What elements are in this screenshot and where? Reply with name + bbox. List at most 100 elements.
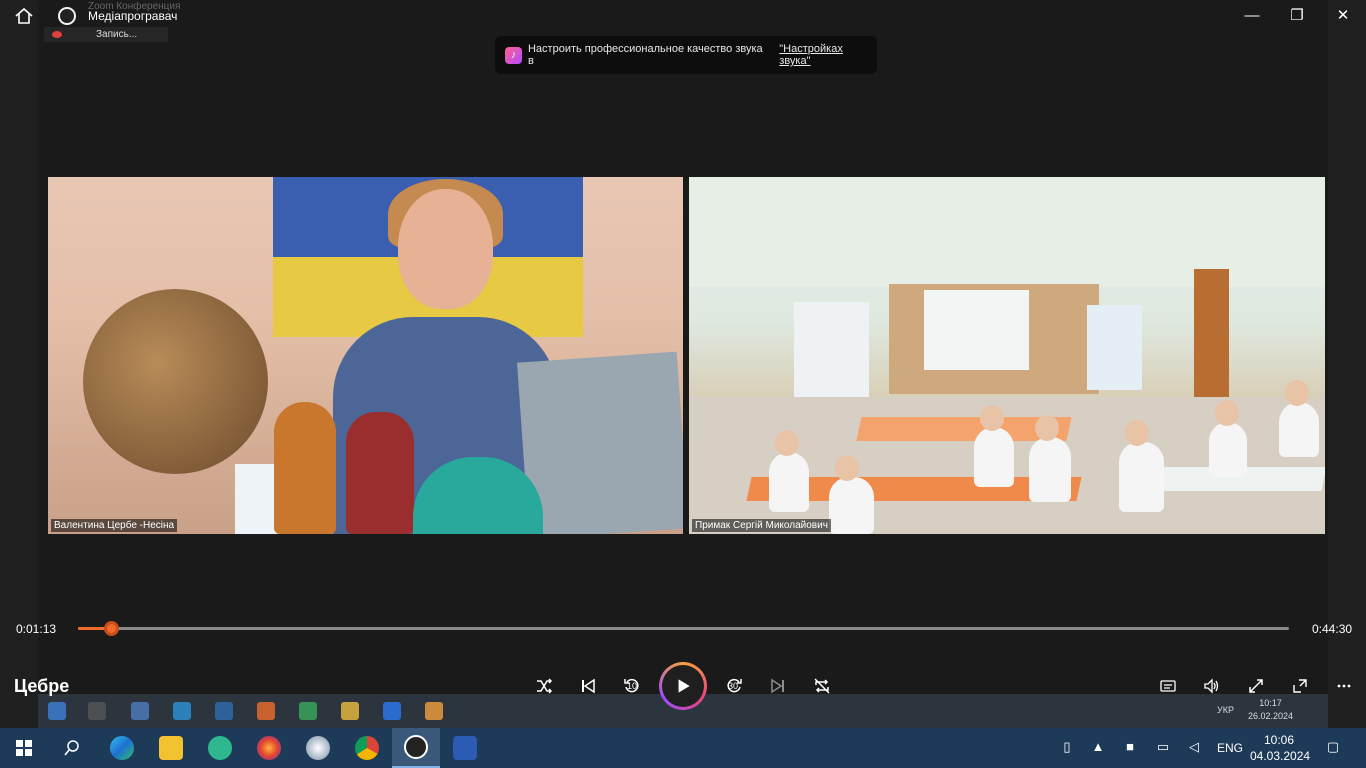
taskbar-edge[interactable]: [98, 728, 146, 768]
globe-icon: [306, 736, 330, 760]
taskbar-chrome[interactable]: [343, 728, 391, 768]
maximize-button[interactable]: ❐: [1287, 6, 1307, 26]
taskbar-app[interactable]: [294, 728, 342, 768]
speaker-icon[interactable]: ◁: [1185, 738, 1203, 756]
previous-button[interactable]: [577, 675, 599, 697]
elapsed-time: 0:01:13: [16, 622, 57, 636]
record-icon: [52, 31, 62, 38]
taskbar-clock[interactable]: 10:06 04.03.2024: [1250, 732, 1311, 764]
media-player-window: Zoom Конференция Запись... ♪ Настроить п…: [0, 0, 1366, 728]
clock-time: 10:06: [1263, 733, 1295, 747]
student: [1279, 380, 1319, 457]
word-icon: [453, 736, 477, 760]
olympic-banner: [924, 290, 1029, 370]
zoom-icon: [383, 702, 401, 720]
notice-text: Настроить профессиональное качество звук…: [527, 43, 763, 67]
skip-forward-button[interactable]: 30: [723, 675, 745, 697]
taskbar-file-explorer[interactable]: [147, 728, 195, 768]
doll-figure: [274, 402, 336, 534]
captions-button[interactable]: [1157, 675, 1179, 697]
taskbar-search[interactable]: [48, 728, 96, 768]
recorded-clock: 10:17 26.02.2024: [1248, 698, 1294, 721]
music-note-icon: ♪: [505, 46, 522, 64]
next-icon: [771, 678, 784, 694]
home-icon[interactable]: [14, 7, 34, 25]
repeat-button[interactable]: [811, 675, 833, 697]
classroom-wall: [689, 177, 1325, 287]
skip-back-label: 10: [627, 681, 638, 691]
student: [1029, 415, 1071, 502]
store-icon: [131, 702, 149, 720]
app-icon: [425, 702, 443, 720]
mail-icon: [215, 702, 233, 720]
seek-bar[interactable]: [78, 621, 1289, 636]
play-icon: [678, 679, 690, 693]
search-icon: [88, 702, 106, 720]
app-icon: [208, 736, 232, 760]
student: [769, 430, 809, 512]
chrome-icon: [355, 736, 379, 760]
doll-figure: [346, 412, 414, 534]
usb-icon[interactable]: ▯: [1058, 738, 1076, 756]
shuffle-icon: [537, 678, 553, 694]
shuffle-button[interactable]: [533, 675, 555, 697]
participant-name-label: Примак Сергій Миколайович: [692, 519, 831, 532]
seek-handle[interactable]: [104, 621, 119, 636]
volume-button[interactable]: [1201, 675, 1223, 697]
mini-player-button[interactable]: [1289, 675, 1311, 697]
skip-forward-label: 30: [728, 681, 739, 691]
player-title-bar: Медіапрогравач — ❐ ✕: [0, 0, 1366, 32]
network-icon[interactable]: ▭: [1154, 738, 1172, 756]
participant-tile-left: Валентина Цербе -Несіна: [48, 177, 683, 534]
close-button[interactable]: ✕: [1333, 6, 1353, 26]
captions-icon: [1160, 680, 1176, 692]
recorded-lang: УКР: [1217, 705, 1234, 715]
next-button[interactable]: [767, 675, 789, 697]
fullscreen-icon: [1249, 679, 1263, 693]
media-player-icon: [404, 735, 428, 759]
participant-name-label: Валентина Цербе -Несіна: [51, 519, 178, 532]
edge-icon: [110, 736, 134, 760]
previous-icon: [582, 678, 595, 694]
audio-settings-link: "Настройках звука": [779, 43, 843, 67]
windows-start-icon: [48, 702, 66, 720]
edge-icon: [173, 702, 191, 720]
notifications-icon[interactable]: ▢: [1324, 738, 1342, 756]
clock-date: 04.03.2024: [1250, 749, 1311, 763]
taskbar-app[interactable]: [196, 728, 244, 768]
mini-player-icon: [1293, 679, 1307, 693]
play-button[interactable]: [659, 662, 707, 710]
classroom-door: [1194, 269, 1229, 409]
folder-icon: [341, 702, 359, 720]
repeat-off-icon: [814, 678, 830, 694]
taskbar-firefox[interactable]: [245, 728, 293, 768]
input-language[interactable]: ENG: [1217, 741, 1243, 755]
more-options-button[interactable]: [1333, 675, 1355, 697]
firefox-icon: [257, 736, 281, 760]
student: [1209, 400, 1247, 477]
participant-tile-right: Примак Сергій Миколайович: [689, 177, 1325, 534]
windows-start-icon: [16, 740, 32, 756]
search-icon: [64, 740, 79, 756]
bronze-medal: [83, 289, 268, 474]
more-icon: [1337, 684, 1351, 688]
start-button[interactable]: [0, 728, 48, 768]
drive-icon[interactable]: ▲: [1089, 738, 1107, 756]
minimize-button[interactable]: —: [1242, 6, 1262, 26]
total-duration: 0:44:30: [1312, 622, 1353, 636]
folder-icon: [159, 736, 183, 760]
audio-settings-notice: ♪ Настроить профессиональное качество зв…: [495, 36, 877, 74]
volume-icon: [1204, 678, 1219, 694]
student: [829, 455, 874, 534]
rollup-banner: [1087, 305, 1142, 390]
antivirus-icon[interactable]: ■: [1121, 738, 1139, 756]
fullscreen-button[interactable]: [1245, 675, 1267, 697]
taskbar-word[interactable]: [441, 728, 489, 768]
media-player-icon: [58, 7, 76, 25]
media-title: Цебре: [14, 676, 70, 696]
taskbar-media-player[interactable]: [392, 728, 440, 768]
firefox-icon: [257, 702, 275, 720]
student: [974, 405, 1014, 487]
skip-back-button[interactable]: 10: [621, 675, 643, 697]
student: [1119, 420, 1164, 512]
